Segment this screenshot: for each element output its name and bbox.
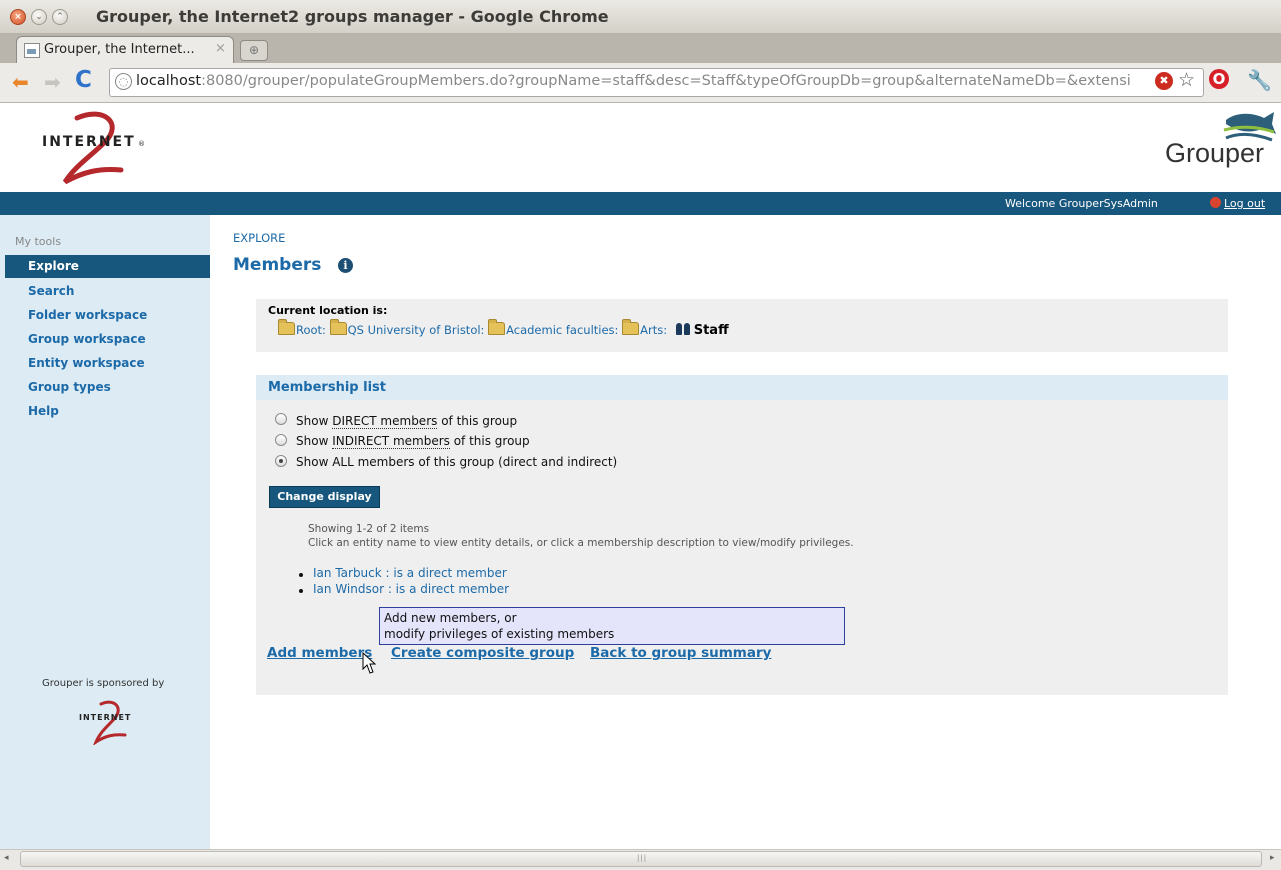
label-suffix: of this group (449, 434, 530, 448)
forward-arrow-icon[interactable]: ➡ (44, 70, 61, 94)
internet2-small-logo: INTERNET (79, 700, 131, 745)
change-display-button[interactable]: Change display (269, 486, 380, 508)
membership-desc-link[interactable]: is a direct member (393, 566, 506, 580)
path-link-university[interactable]: QS University of Bristol: (348, 323, 485, 337)
current-group-name: Staff (693, 323, 729, 338)
info-icon[interactable]: i (338, 258, 353, 273)
radio-indirect[interactable] (275, 434, 287, 446)
folder-icon (278, 319, 295, 335)
group-icon (675, 323, 692, 335)
url-host: localhost (136, 73, 202, 89)
sidebar-heading: My tools (15, 235, 62, 248)
svg-text:®: ® (138, 140, 145, 148)
path-link-arts[interactable]: Arts: (640, 323, 667, 337)
membership-list-header (256, 375, 1228, 400)
membership-desc-link[interactable]: is a direct member (396, 582, 509, 596)
sidebar-item-folder-workspace[interactable]: Folder workspace (28, 308, 147, 322)
new-tab-button[interactable]: ⊕ (240, 40, 268, 61)
window-title: Grouper, the Internet2 groups manager - … (96, 7, 609, 26)
reload-icon[interactable]: C (75, 67, 92, 93)
window-maximize-button[interactable]: ⌃ (52, 9, 68, 25)
logout-icon (1210, 197, 1221, 208)
folder-icon (622, 319, 640, 335)
grouper-logo-text: Grouper (1165, 138, 1265, 168)
radio-all-label[interactable]: Show ALL members of this group (direct a… (296, 455, 617, 469)
scroll-right-arrow-icon[interactable]: ▸ (1270, 853, 1275, 863)
address-bar[interactable]: ◌ localhost:8080/grouper/populateGroupMe… (109, 68, 1204, 97)
result-count: Showing 1-2 of 2 items (308, 523, 430, 535)
internet2-small-logo-text: INTERNET (79, 713, 131, 722)
scroll-left-arrow-icon[interactable]: ◂ (4, 853, 9, 863)
back-arrow-icon[interactable]: ⬅ (12, 70, 29, 94)
sponsor-text: Grouper is sponsored by (42, 678, 165, 689)
radio-all[interactable] (275, 455, 287, 467)
page-title: Members (233, 255, 322, 275)
window-close-button[interactable]: × (10, 9, 26, 25)
add-members-link[interactable]: Add members (267, 645, 372, 661)
sidebar-item-help[interactable]: Help (28, 404, 59, 418)
list-item: Ian Windsor : is a direct member (313, 582, 509, 596)
folder-icon (488, 319, 506, 335)
tooltip-line: Add new members, or (384, 611, 517, 625)
indirect-term: INDIRECT members (332, 434, 450, 449)
minimize-icon: ⌄ (35, 12, 43, 22)
sidebar-item-search[interactable]: Search (28, 284, 74, 298)
member-separator: : (381, 566, 394, 580)
welcome-text: Welcome GrouperSysAdmin (1005, 197, 1158, 210)
list-bullet (299, 589, 303, 593)
logout-link[interactable]: Log out (1224, 197, 1265, 210)
favicon-icon (24, 43, 40, 58)
sidebar-item-explore[interactable]: Explore (5, 255, 210, 278)
internet2-logo: INTERNET ® (42, 111, 145, 185)
radio-indirect-label[interactable]: Show INDIRECT members of this group (296, 434, 530, 449)
globe-icon: ◌ (115, 73, 132, 90)
sidebar-item-group-types[interactable]: Group types (28, 380, 111, 394)
direct-term: DIRECT members (332, 414, 438, 429)
window-minimize-button[interactable]: ⌄ (31, 9, 47, 25)
path-link-faculties[interactable]: Academic faculties: (506, 323, 618, 337)
folder-icon (329, 319, 347, 335)
blocked-extension-icon[interactable]: ✖ (1155, 72, 1173, 90)
member-name-link[interactable]: Ian Windsor (313, 582, 384, 596)
usage-hint: Click an entity name to view entity deta… (308, 537, 854, 549)
member-separator: : (384, 582, 396, 596)
current-location-label: Current location is: (268, 304, 388, 317)
scrollbar-grip-icon: ||| (637, 854, 648, 862)
mouse-pointer-icon (362, 652, 377, 674)
sidebar-item-entity-workspace[interactable]: Entity workspace (28, 356, 145, 370)
membership-list-title: Membership list (268, 380, 386, 395)
url-text[interactable]: localhost:8080/grouper/populateGroupMemb… (136, 73, 1146, 89)
tooltip-line: modify privileges of existing members (384, 627, 615, 641)
list-bullet (299, 573, 303, 577)
bookmark-star-icon[interactable]: ☆ (1178, 69, 1195, 91)
location-path: Root: QS University of Bristol: Academic… (278, 319, 729, 338)
tab-title: Grouper, the Internet... (44, 42, 195, 57)
internet2-logo-text: INTERNET (42, 134, 136, 150)
back-to-group-summary-link[interactable]: Back to group summary (590, 645, 771, 661)
path-link-root[interactable]: Root: (296, 323, 326, 337)
url-path: :8080/grouper/populateGroupMembers.do?gr… (201, 73, 1131, 89)
member-name-link[interactable]: Ian Tarbuck (313, 566, 382, 580)
label-suffix: of this group (437, 414, 518, 428)
create-composite-group-link[interactable]: Create composite group (391, 645, 574, 661)
radio-direct-label[interactable]: Show DIRECT members of this group (296, 414, 518, 429)
browser-tab[interactable]: Grouper, the Internet... × (16, 36, 234, 64)
maximize-icon: ⌃ (56, 12, 64, 22)
page-header (0, 103, 1281, 192)
breadcrumb[interactable]: EXPLORE (233, 231, 285, 245)
label-prefix: Show (296, 434, 333, 448)
sidebar-item-group-workspace[interactable]: Group workspace (28, 332, 146, 346)
extension-o-icon[interactable]: O (1209, 69, 1229, 89)
radio-direct[interactable] (275, 413, 287, 425)
label-prefix: Show (296, 414, 333, 428)
tab-close-icon[interactable]: × (215, 41, 226, 56)
close-icon: × (14, 12, 22, 22)
sidebar-item-label: Explore (28, 259, 79, 273)
wrench-menu-icon[interactable]: 🔧 (1247, 68, 1272, 92)
list-item: Ian Tarbuck : is a direct member (313, 566, 507, 580)
